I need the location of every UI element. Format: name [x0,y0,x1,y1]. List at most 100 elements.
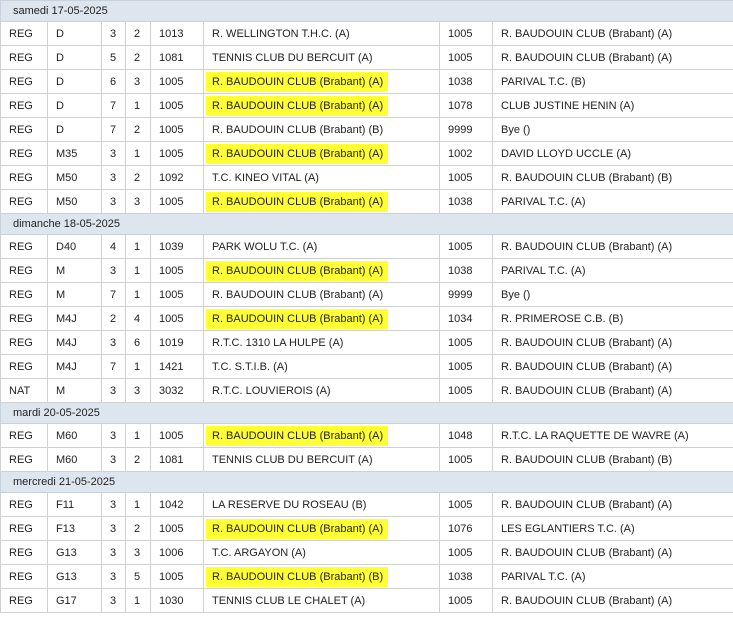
group-cell: 6 [101,69,126,94]
series-cell: 2 [125,447,151,472]
home-club-number-cell: 1006 [150,540,204,565]
home-club-number-cell: 1005 [150,258,204,283]
away-team-cell: R.T.C. LA RAQUETTE DE WAVRE (A) [491,423,733,448]
match-row: REG M50 3 3 1005 R. BAUDOUIN CLUB (Brabant) (… [0,189,733,214]
away-club-number-cell: 1005 [439,234,493,259]
level-cell: REG [0,540,48,565]
division-cell: F11 [47,492,102,517]
home-team-cell: R. BAUDOUIN CLUB (Brabant) (A) [203,423,440,448]
home-club-number-cell: 1042 [150,492,204,517]
series-cell: 1 [125,354,151,379]
away-club-number-cell: 1005 [439,45,493,70]
day-header-row: dimanche 18-05-2025 [0,213,733,235]
away-club-number-cell: 1038 [439,564,493,589]
away-team-cell: R. BAUDOUIN CLUB (Brabant) (A) [491,21,733,46]
series-cell: 6 [125,330,151,355]
series-cell: 5 [125,564,151,589]
match-row: REG D 3 2 1013 R. WELLINGTON T.H.C. (A) 1005 R.… [0,21,733,46]
away-team-cell: CLUB JUSTINE HENIN (A) [491,93,733,118]
group-cell: 3 [101,516,126,541]
away-team-cell: R. BAUDOUIN CLUB (Brabant) (A) [491,378,733,403]
home-team-cell: R. WELLINGTON T.H.C. (A) [203,21,440,46]
level-cell: REG [0,588,48,613]
group-cell: 3 [101,588,126,613]
match-row: REG M60 3 2 1081 TENNIS CLUB DU BERCUIT (A) 10… [0,447,733,472]
series-cell: 2 [125,165,151,190]
home-club-number-cell: 1005 [150,564,204,589]
away-team-cell: DAVID LLOYD UCCLE (A) [491,141,733,166]
away-club-number-cell: 1005 [439,540,493,565]
division-cell: D [47,117,102,142]
home-team-cell: R. BAUDOUIN CLUB (Brabant) (B) [203,117,440,142]
level-cell: REG [0,354,48,379]
away-club-number-cell: 1005 [439,378,493,403]
group-cell: 3 [101,447,126,472]
series-cell: 2 [125,516,151,541]
highlighted-team: R. BAUDOUIN CLUB (Brabant) (A) [206,71,389,92]
level-cell: REG [0,234,48,259]
home-team-cell: PARK WOLU T.C. (A) [203,234,440,259]
home-club-number-cell: 1030 [150,588,204,613]
home-team-cell: R. BAUDOUIN CLUB (Brabant) (A) [203,516,440,541]
level-cell: REG [0,282,48,307]
match-row: REG M4J 7 1 1421 T.C. S.T.I.B. (A) 1005 R. BAUD… [0,354,733,379]
group-cell: 3 [101,378,126,403]
group-cell: 3 [101,492,126,517]
home-club-number-cell: 1005 [150,189,204,214]
level-cell: REG [0,564,48,589]
division-cell: M60 [47,423,102,448]
home-team-cell: T.C. S.T.I.B. (A) [203,354,440,379]
day-header: samedi 17-05-2025 [0,0,733,22]
highlighted-team: R. BAUDOUIN CLUB (Brabant) (A) [206,260,389,281]
division-cell: M4J [47,306,102,331]
division-cell: D40 [47,234,102,259]
division-cell: M4J [47,330,102,355]
level-cell: REG [0,306,48,331]
away-club-number-cell: 1078 [439,93,493,118]
away-club-number-cell: 1038 [439,189,493,214]
group-cell: 7 [101,354,126,379]
level-cell: REG [0,21,48,46]
away-club-number-cell: 9999 [439,282,493,307]
home-club-number-cell: 1039 [150,234,204,259]
division-cell: M4J [47,354,102,379]
division-cell: F13 [47,516,102,541]
away-team-cell: R. BAUDOUIN CLUB (Brabant) (B) [491,165,733,190]
match-row: REG D 6 3 1005 R. BAUDOUIN CLUB (Brabant) (A)… [0,69,733,94]
series-cell: 1 [125,423,151,448]
group-cell: 3 [101,141,126,166]
match-row: REG M60 3 1 1005 R. BAUDOUIN CLUB (Brabant) (… [0,423,733,448]
series-cell: 2 [125,117,151,142]
level-cell: NAT [0,378,48,403]
away-club-number-cell: 1005 [439,354,493,379]
away-team-cell: LES EGLANTIERS T.C. (A) [491,516,733,541]
home-club-number-cell: 1081 [150,447,204,472]
highlighted-team: R. BAUDOUIN CLUB (Brabant) (A) [206,425,389,446]
away-team-cell: PARIVAL T.C. (B) [491,69,733,94]
match-row: REG M4J 2 4 1005 R. BAUDOUIN CLUB (Brabant) (… [0,306,733,331]
home-team-cell: TENNIS CLUB DU BERCUIT (A) [203,447,440,472]
level-cell: REG [0,447,48,472]
group-cell: 3 [101,21,126,46]
away-team-cell: R. BAUDOUIN CLUB (Brabant) (A) [491,588,733,613]
away-team-cell: R. BAUDOUIN CLUB (Brabant) (A) [491,492,733,517]
series-cell: 1 [125,282,151,307]
away-club-number-cell: 1005 [439,588,493,613]
group-cell: 3 [101,189,126,214]
match-row: REG F11 3 1 1042 LA RESERVE DU ROSEAU (B) 1005… [0,492,733,517]
away-team-cell: R. BAUDOUIN CLUB (Brabant) (A) [491,540,733,565]
match-row: REG M4J 3 6 1019 R.T.C. 1310 LA HULPE (A) 1005… [0,330,733,355]
away-team-cell: Bye () [491,282,733,307]
division-cell: G17 [47,588,102,613]
series-cell: 3 [125,540,151,565]
home-team-cell: R.T.C. LOUVIEROIS (A) [203,378,440,403]
match-row: REG D 5 2 1081 TENNIS CLUB DU BERCUIT (A) 1005… [0,45,733,70]
home-club-number-cell: 1092 [150,165,204,190]
day-header: mardi 20-05-2025 [0,402,733,424]
match-row: REG G17 3 1 1030 TENNIS CLUB LE CHALET (A) 100… [0,588,733,613]
day-header-row: samedi 17-05-2025 [0,0,733,22]
away-team-cell: R. BAUDOUIN CLUB (Brabant) (A) [491,45,733,70]
home-club-number-cell: 1421 [150,354,204,379]
away-team-cell: Bye () [491,117,733,142]
group-cell: 3 [101,258,126,283]
